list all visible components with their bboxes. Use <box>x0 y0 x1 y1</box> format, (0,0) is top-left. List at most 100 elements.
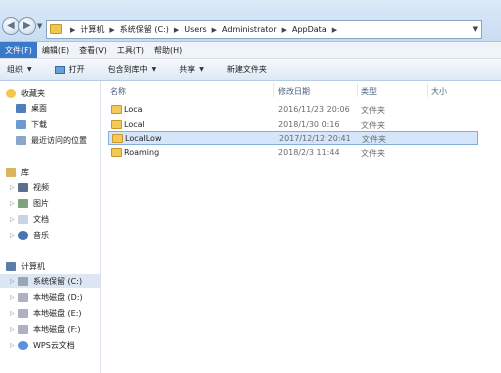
open-label: 打开 <box>68 65 85 74</box>
breadcrumb-administrator[interactable]: Administrator <box>222 25 277 34</box>
file-modified: 2018/1/30 0:16 <box>278 120 340 129</box>
column-header-size[interactable]: 大小 <box>431 86 447 97</box>
address-history-dropdown-icon[interactable]: ▼ <box>473 25 478 33</box>
download-icon <box>16 119 26 129</box>
sidebar-item-label: 本地磁盘 (F:) <box>33 324 81 334</box>
sidebar-item-label: 库 <box>21 167 29 177</box>
sidebar-item-label: 视频 <box>33 182 49 192</box>
breadcrumb-drive-c[interactable]: 系统保留 (C:) <box>120 24 169 35</box>
column-divider[interactable] <box>273 83 274 97</box>
sidebar-item-drive-d[interactable]: ▷ 本地磁盘 (D:) <box>0 290 100 304</box>
breadcrumb-users[interactable]: Users <box>184 25 206 34</box>
open-button[interactable]: 打开 <box>54 64 85 75</box>
sidebar-item-computer[interactable]: 计算机 <box>0 259 100 273</box>
expand-icon[interactable]: ▷ <box>10 278 15 285</box>
forward-arrow-icon: ▶ <box>23 20 31 31</box>
menu-edit[interactable]: 编辑(E) <box>37 42 74 58</box>
sidebar-item-label: 收藏夹 <box>21 88 45 98</box>
table-row[interactable]: Loca 2016/11/23 20:06 文件夹 <box>108 103 478 117</box>
folder-icon <box>111 120 122 129</box>
chevron-right-icon[interactable]: ▶ <box>70 26 75 34</box>
chevron-right-icon[interactable]: ▶ <box>174 26 179 34</box>
file-type: 文件夹 <box>362 135 386 144</box>
menu-file[interactable]: 文件(F) <box>0 42 37 58</box>
include-in-library-button[interactable]: 包含到库中 ▼ <box>108 64 157 75</box>
breadcrumb: ▶ 计算机 ▶ 系统保留 (C:) ▶ Users ▶ Administrato… <box>65 24 342 35</box>
sidebar-item-drive-e[interactable]: ▷ 本地磁盘 (E:) <box>0 306 100 320</box>
expand-icon[interactable]: ▷ <box>10 184 15 191</box>
navigation-pane: 收藏夹 桌面 下载 最近访问的位置 库 ▷ 视频 ▷ 图片 ▷ 文档 ▷ 音乐 … <box>0 81 101 373</box>
file-type: 文件夹 <box>361 121 385 130</box>
sidebar-item-wps[interactable]: ▷ WPS云文档 <box>0 338 100 352</box>
column-divider[interactable] <box>427 83 428 97</box>
drive-icon <box>18 276 28 286</box>
include-in-library-label: 包含到库中 <box>107 65 148 74</box>
expand-icon[interactable]: ▷ <box>10 326 15 333</box>
chevron-down-icon: ▼ <box>27 66 32 73</box>
file-modified: 2016/11/23 20:06 <box>278 105 350 114</box>
video-icon <box>18 182 28 192</box>
sidebar-item-label: WPS云文档 <box>33 340 75 350</box>
menu-view[interactable]: 查看(V) <box>74 42 112 58</box>
sidebar-item-label: 系统保留 (C:) <box>33 276 83 286</box>
chevron-right-icon[interactable]: ▶ <box>109 26 114 34</box>
sidebar-item-drive-c[interactable]: ▷ 系统保留 (C:) <box>0 274 100 288</box>
new-folder-button[interactable]: 新建文件夹 <box>227 64 267 75</box>
sidebar-item-library[interactable]: 库 <box>0 165 100 179</box>
expand-icon[interactable]: ▷ <box>10 232 15 239</box>
recent-pages-dropdown-icon[interactable]: ▼ <box>37 22 42 30</box>
file-list: 名称 修改日期 类型 大小 Loca 2016/11/23 20:06 文件夹 … <box>101 81 501 373</box>
expand-icon[interactable]: ▷ <box>10 310 15 317</box>
table-row[interactable]: Local 2018/1/30 0:16 文件夹 <box>108 118 478 132</box>
forward-button[interactable]: ▶ <box>18 17 36 35</box>
sidebar-item-documents[interactable]: ▷ 文档 <box>0 212 100 226</box>
recent-places-icon <box>16 135 26 145</box>
music-icon <box>18 230 28 240</box>
sidebar-item-pictures[interactable]: ▷ 图片 <box>0 196 100 210</box>
expand-icon[interactable]: ▷ <box>10 216 15 223</box>
file-name: Roaming <box>124 148 160 157</box>
column-header-type[interactable]: 类型 <box>361 86 377 97</box>
expand-icon[interactable]: ▷ <box>10 294 15 301</box>
expand-icon[interactable]: ▷ <box>10 342 15 349</box>
chevron-down-icon: ▼ <box>151 66 157 73</box>
table-row-selected[interactable]: LocalLow 2017/12/12 20:41 文件夹 <box>108 131 478 145</box>
library-icon <box>6 167 16 177</box>
address-field[interactable]: ▶ 计算机 ▶ 系统保留 (C:) ▶ Users ▶ Administrato… <box>46 20 482 39</box>
sidebar-item-recent[interactable]: 最近访问的位置 <box>0 133 100 147</box>
breadcrumb-appdata[interactable]: AppData <box>292 25 327 34</box>
drive-icon <box>18 324 28 334</box>
open-icon <box>54 65 65 74</box>
file-modified: 2018/2/3 11:44 <box>278 148 340 157</box>
column-divider[interactable] <box>357 83 358 97</box>
file-name: Local <box>124 120 145 129</box>
share-button[interactable]: 共享 ▼ <box>179 64 204 75</box>
menu-help[interactable]: 帮助(H) <box>149 42 187 58</box>
chevron-right-icon[interactable]: ▶ <box>212 26 217 34</box>
sidebar-item-desktop[interactable]: 桌面 <box>0 101 100 115</box>
organize-button[interactable]: 组织 ▼ <box>7 64 32 75</box>
menu-tools[interactable]: 工具(T) <box>112 42 149 58</box>
sidebar-item-videos[interactable]: ▷ 视频 <box>0 180 100 194</box>
sidebar-item-label: 本地磁盘 (E:) <box>33 308 82 318</box>
sidebar-item-label: 最近访问的位置 <box>31 135 87 145</box>
chevron-right-icon[interactable]: ▶ <box>282 26 287 34</box>
sidebar-item-label: 本地磁盘 (D:) <box>33 292 83 302</box>
sidebar-item-favorites[interactable]: 收藏夹 <box>0 86 100 100</box>
file-name: Loca <box>124 105 143 114</box>
chevron-right-icon[interactable]: ▶ <box>332 26 337 34</box>
sidebar-item-music[interactable]: ▷ 音乐 <box>0 228 100 242</box>
sidebar-item-downloads[interactable]: 下载 <box>0 117 100 131</box>
column-header-modified[interactable]: 修改日期 <box>278 86 310 97</box>
sidebar-item-drive-f[interactable]: ▷ 本地磁盘 (F:) <box>0 322 100 336</box>
expand-icon[interactable]: ▷ <box>10 200 15 207</box>
new-folder-label: 新建文件夹 <box>226 65 267 74</box>
breadcrumb-computer[interactable]: 计算机 <box>80 24 104 35</box>
table-row[interactable]: Roaming 2018/2/3 11:44 文件夹 <box>108 146 478 160</box>
menu-bar: 文件(F) 编辑(E) 查看(V) 工具(T) 帮助(H) <box>0 42 501 59</box>
document-icon <box>18 214 28 224</box>
computer-icon <box>6 261 16 271</box>
sidebar-item-label: 计算机 <box>21 261 45 271</box>
column-header-name[interactable]: 名称 <box>110 86 126 97</box>
sidebar-item-label: 音乐 <box>33 230 49 240</box>
